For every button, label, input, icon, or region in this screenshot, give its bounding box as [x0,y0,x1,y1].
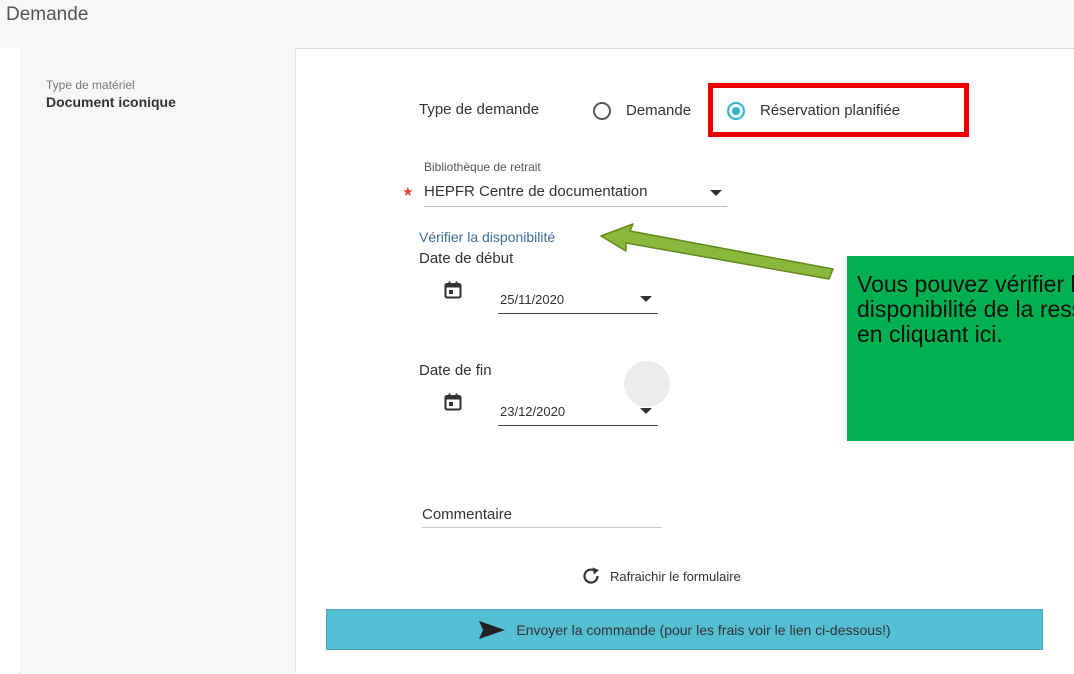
annotation-arrow-icon [600,223,834,280]
